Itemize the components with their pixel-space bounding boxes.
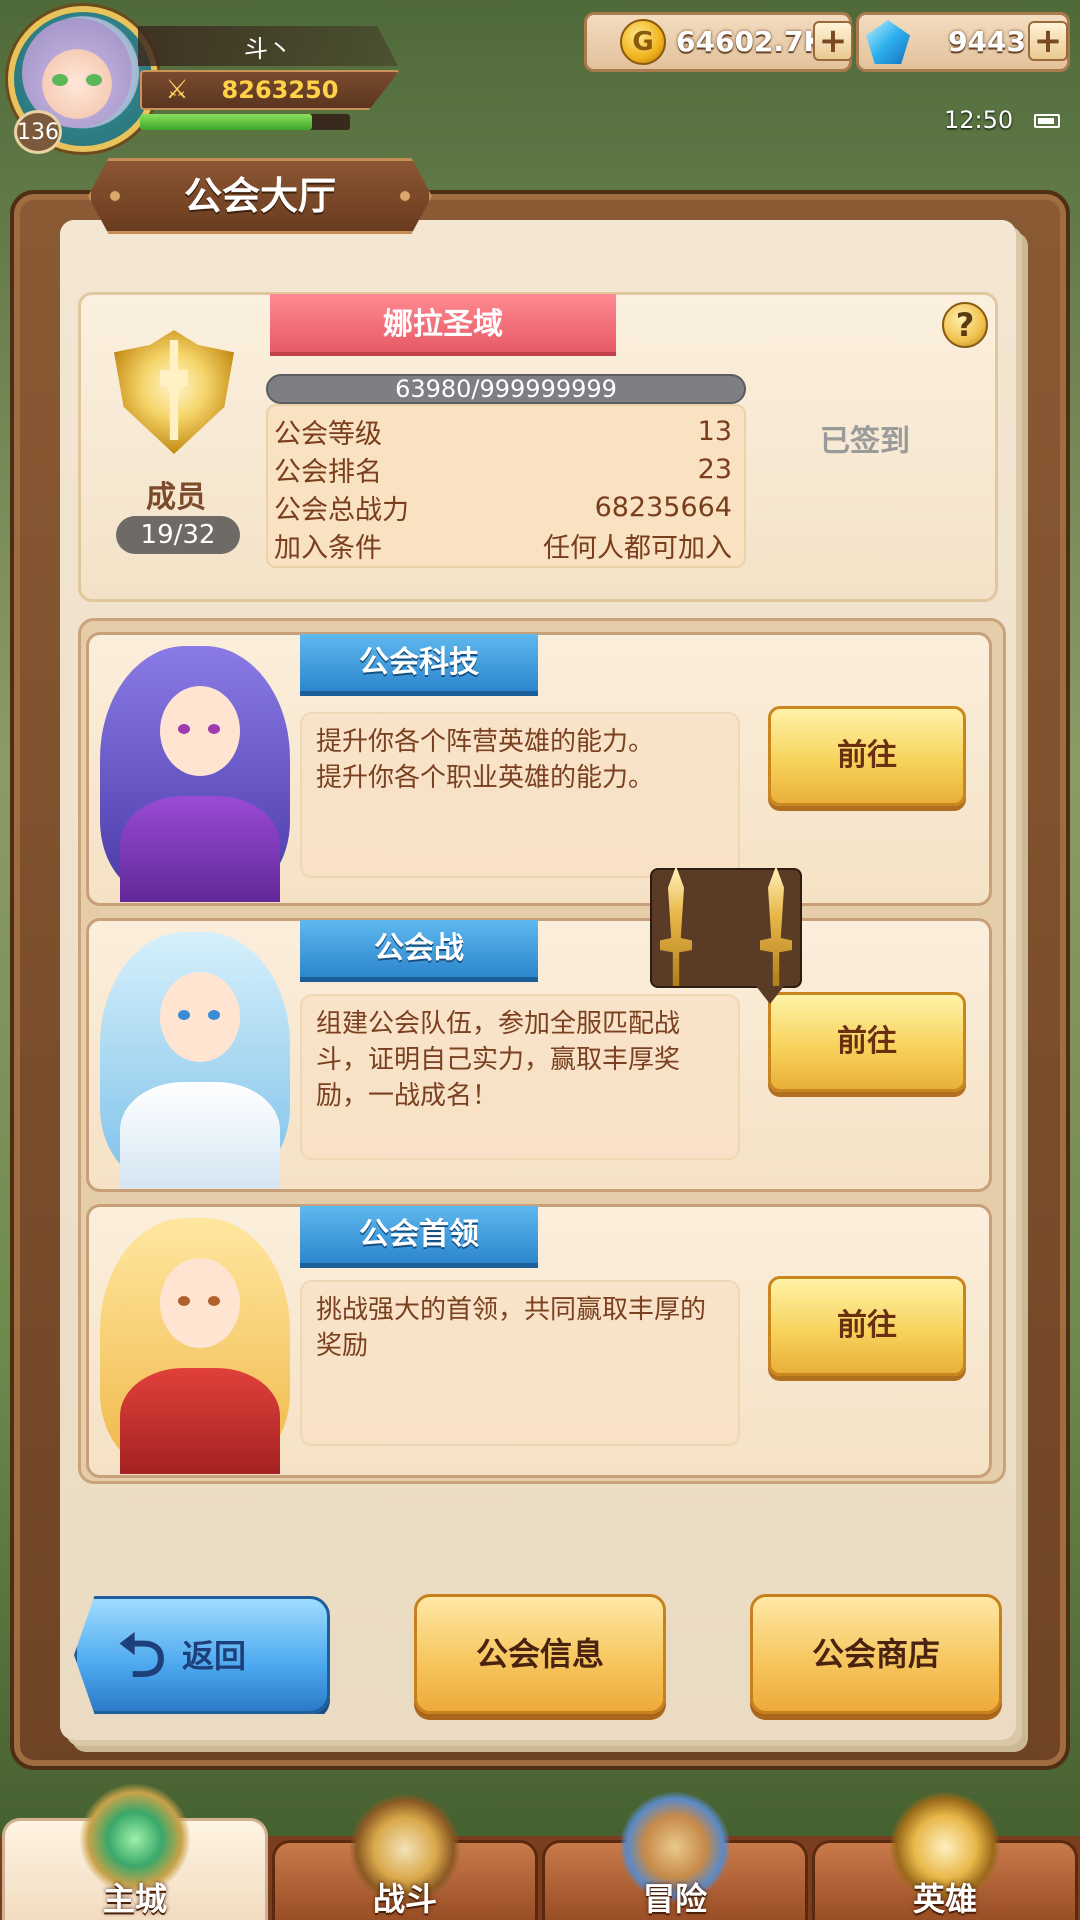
stat-label: 公会总战力	[274, 494, 409, 526]
player-power: 8263250	[221, 76, 339, 104]
battery-icon	[1034, 114, 1060, 128]
stat-value: 任何人都可加入	[543, 532, 732, 564]
help-button[interactable]: ?	[942, 302, 988, 348]
stat-row-join-condition: 加入条件 任何人都可加入	[274, 526, 732, 564]
clock: 12:50	[944, 106, 1014, 134]
stat-label: 公会等级	[274, 418, 382, 450]
members-label: 成员	[146, 480, 206, 515]
stat-value: 23	[697, 453, 732, 485]
stat-value: 68235664	[594, 491, 732, 523]
back-arrow-icon: ⮌	[117, 1621, 167, 1691]
feature-title-boss: 公会首领	[300, 1206, 538, 1268]
nav-label-hero: 英雄	[912, 1880, 977, 1918]
feature-title-war: 公会战	[300, 920, 538, 982]
go-button-tech[interactable]: 前往	[768, 706, 966, 806]
stat-row-rank: 公会排名 23	[274, 450, 732, 488]
player-level-badge: 136	[14, 110, 62, 154]
hero-portrait-boss	[90, 1208, 300, 1474]
stat-row-level: 公会等级 13	[274, 412, 732, 450]
stat-value: 13	[697, 415, 732, 447]
add-gems-button[interactable]: +	[1028, 21, 1068, 61]
nav-label-main-city: 主城	[102, 1880, 167, 1918]
feature-desc-boss: 挑战强大的首领，共同赢取丰厚的奖励	[300, 1280, 740, 1446]
guild-exp-text: 63980/999999999	[395, 375, 617, 403]
player-name: 斗丶	[138, 26, 398, 66]
go-button-war[interactable]: 前往	[768, 992, 966, 1092]
page-title: 公会大厅	[183, 174, 336, 218]
signed-in-status: 已签到	[820, 424, 910, 459]
feature-title-tech: 公会科技	[300, 634, 538, 696]
nav-label-battle: 战斗	[372, 1880, 437, 1918]
add-gold-button[interactable]: +	[813, 21, 853, 61]
hero-portrait-war	[90, 922, 300, 1188]
stat-label: 公会排名	[274, 456, 382, 488]
guild-info-button[interactable]: 公会信息	[414, 1594, 666, 1714]
stat-label: 加入条件	[274, 532, 382, 564]
nav-label-adventure: 冒险	[642, 1880, 707, 1918]
power-icon: ⚔	[165, 75, 189, 105]
gem-value: 9443	[948, 25, 1026, 58]
feature-desc-war: 组建公会队伍，参加全服匹配战斗，证明自己实力，赢取丰厚奖励，一战成名！	[300, 994, 740, 1160]
hero-portrait-tech	[90, 636, 300, 902]
feature-desc-tech: 提升你各个阵营英雄的能力。 提升你各个职业英雄的能力。	[300, 712, 740, 878]
player-exp-fill	[140, 114, 312, 130]
go-button-boss[interactable]: 前往	[768, 1276, 966, 1376]
back-button-label: 返回	[182, 1637, 247, 1675]
members-count: 19/32	[116, 516, 240, 554]
gold-coin-icon: G	[620, 19, 666, 65]
gold-value: 64602.7K	[676, 25, 826, 58]
guild-name: 娜拉圣域	[270, 294, 616, 356]
stat-row-power: 公会总战力 68235664	[274, 488, 732, 526]
guild-shop-button[interactable]: 公会商店	[750, 1594, 1002, 1714]
